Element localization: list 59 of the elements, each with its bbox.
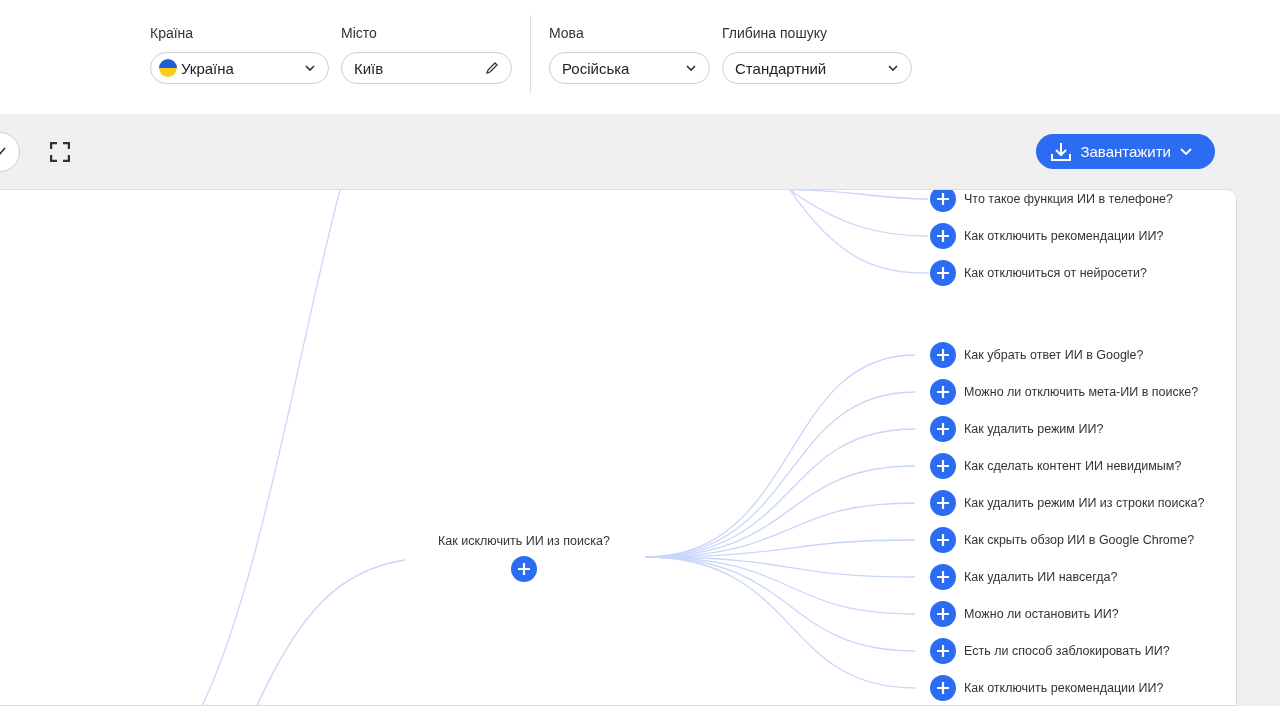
chevron-down-icon — [1179, 147, 1193, 157]
add-node-button[interactable] — [930, 190, 956, 213]
plus-icon — [937, 460, 949, 473]
chevron-down-icon — [685, 64, 697, 72]
field-label: Країна — [150, 25, 195, 43]
add-node-button[interactable] — [930, 453, 956, 480]
add-node-button[interactable] — [930, 564, 956, 591]
plus-icon — [937, 386, 949, 399]
download-button[interactable]: Завантажити — [1036, 134, 1215, 170]
plus-icon — [937, 534, 949, 547]
add-node-button[interactable] — [930, 223, 956, 250]
node-label: Как удалить режим ИИ? — [964, 421, 1104, 439]
flag-icon — [159, 59, 177, 77]
add-node-button[interactable] — [930, 260, 956, 287]
download-icon — [1050, 141, 1073, 162]
chevron-down-icon — [887, 64, 899, 72]
add-node-button[interactable] — [930, 601, 956, 628]
fullscreen-icon[interactable] — [50, 141, 70, 162]
node-label: Можно ли отключить мета-ИИ в поиске? — [964, 384, 1199, 402]
node-label: Можно ли остановить ИИ? — [964, 606, 1119, 624]
add-node-button[interactable] — [930, 379, 956, 406]
add-node-button[interactable] — [930, 416, 956, 443]
node-label: Как сделать контент ИИ невидимым? — [964, 458, 1182, 476]
node-label: Как отключить рекомендации ИИ? — [964, 228, 1164, 246]
plus-icon — [937, 349, 949, 362]
field-label: Мова — [549, 25, 585, 43]
add-node-button[interactable] — [930, 638, 956, 665]
add-node-button[interactable] — [930, 675, 956, 702]
add-node-button[interactable] — [930, 342, 956, 369]
add-node-button[interactable] — [930, 490, 956, 517]
add-node-button[interactable] — [511, 556, 537, 583]
dropdown[interactable]: Російська — [549, 52, 710, 84]
plus-icon — [518, 563, 530, 576]
node-label: Как удалить режим ИИ из строки поиска? — [964, 495, 1205, 513]
plus-icon — [937, 497, 949, 510]
node-label: Как удалить ИИ навсегда? — [964, 569, 1118, 587]
node-label: Что такое функция ИИ в телефоне? — [964, 191, 1173, 209]
chevron-down-icon — [304, 64, 316, 72]
plus-icon — [937, 193, 949, 206]
plus-icon — [937, 608, 949, 621]
dropdown[interactable]: Стандартний — [722, 52, 912, 84]
pencil-icon — [485, 61, 499, 75]
plus-icon — [937, 571, 949, 584]
node-label: Как исключить ИИ из поиска? — [437, 533, 611, 551]
city-input[interactable]: Київ — [341, 52, 512, 84]
dropdown[interactable]: Україна — [150, 52, 329, 84]
node-label: Как скрыть обзор ИИ в Google Chrome? — [964, 532, 1195, 550]
node-label: Есть ли способ заблокировать ИИ? — [964, 643, 1170, 661]
field-label: Глибина пошуку — [722, 25, 828, 43]
plus-icon — [937, 267, 949, 280]
add-node-button[interactable] — [930, 527, 956, 554]
node-label: Как отключиться от нейросети? — [964, 265, 1147, 283]
plus-icon — [937, 645, 949, 658]
plus-icon — [937, 682, 949, 695]
field-label: Місто — [341, 25, 378, 43]
node-label: Как убрать ответ ИИ в Google? — [964, 347, 1144, 365]
node-label: Как отключить рекомендации ИИ? — [964, 680, 1164, 698]
plus-icon — [937, 230, 949, 243]
plus-icon — [937, 423, 949, 436]
